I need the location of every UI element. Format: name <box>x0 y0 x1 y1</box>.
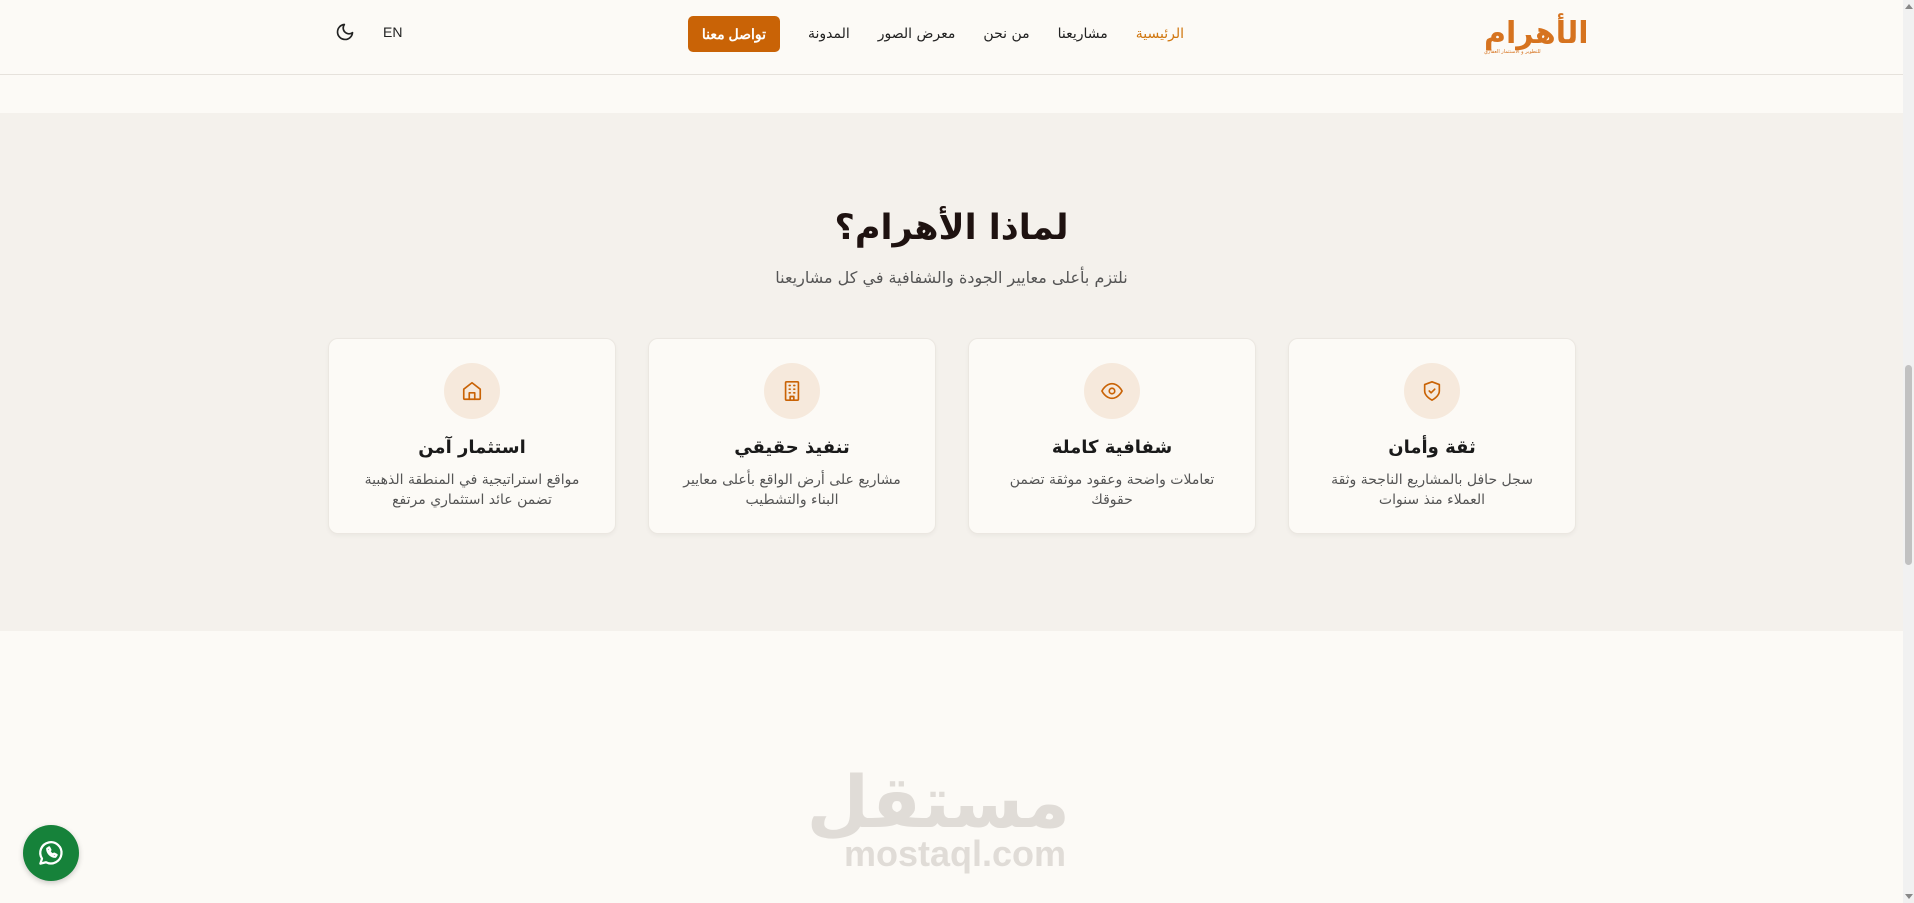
home-icon <box>444 363 500 419</box>
mostaql-watermark: مستقل mostaql.com <box>806 760 1070 874</box>
feature-card-trust: ثقة وأمان سجل حافل بالمشاريع الناجحة وثق… <box>1288 338 1576 534</box>
header-utils: EN <box>335 22 402 42</box>
logo[interactable]: الأهرام للتطوير و الاستثمار العقاري <box>1484 18 1591 56</box>
whatsapp-icon <box>39 841 63 865</box>
watermark-arabic: مستقل <box>806 760 1070 844</box>
site-header: الأهرام للتطوير و الاستثمار العقاري الرئ… <box>0 0 1903 75</box>
nav-item-home[interactable]: الرئيسية <box>1136 26 1184 42</box>
feature-title: شفافية كاملة <box>1051 437 1173 458</box>
feature-card-execution: تنفيذ حقيقي مشاريع على أرض الواقع بأعلى … <box>648 338 936 534</box>
feature-description: مشاريع على أرض الواقع بأعلى معايير البنا… <box>683 472 901 508</box>
scroll-down-arrow[interactable] <box>1905 894 1913 899</box>
feature-card-investment: استثمار آمن مواقع استراتيجية في المنطقة … <box>328 338 616 534</box>
feature-description: تعاملات واضحة وعقود موثقة تضمن حقوقك <box>1009 472 1215 508</box>
feature-description: سجل حافل بالمشاريع الناجحة وثقة العملاء … <box>1331 472 1533 508</box>
building-icon <box>764 363 820 419</box>
feature-title: ثقة وأمان <box>1388 437 1476 458</box>
main-nav: الرئيسية مشاريعنا من نحن معرض الصور المد… <box>687 16 1184 52</box>
nav-item-projects[interactable]: مشاريعنا <box>1058 26 1108 42</box>
watermark-english: mostaql.com <box>843 833 1067 874</box>
feature-description: مواقع استراتيجية في المنطقة الذهبية تضمن… <box>364 472 580 508</box>
nav-item-blog[interactable]: المدونة <box>808 26 850 42</box>
features-grid: ثقة وأمان سجل حافل بالمشاريع الناجحة وثق… <box>328 338 1576 534</box>
page: الأهرام للتطوير و الاستثمار العقاري الرئ… <box>0 0 1914 903</box>
nav-item-gallery[interactable]: معرض الصور <box>878 26 956 42</box>
section-title: لماذا الأهرام؟ <box>834 208 1069 248</box>
scrollbar-thumb[interactable] <box>1905 365 1912 565</box>
scroll-up-arrow[interactable] <box>1905 4 1913 9</box>
eye-icon <box>1084 363 1140 419</box>
feature-title: تنفيذ حقيقي <box>734 437 850 458</box>
shield-check-icon <box>1404 363 1460 419</box>
contact-button[interactable]: تواصل معنا <box>687 16 780 52</box>
feature-card-transparency: شفافية كاملة تعاملات واضحة وعقود موثقة ت… <box>968 338 1256 534</box>
moon-icon[interactable] <box>335 22 355 42</box>
why-section: لماذا الأهرام؟ نلتزم بأعلى معايير الجودة… <box>0 113 1903 631</box>
header-inner: الأهرام للتطوير و الاستثمار العقاري الرئ… <box>327 0 1591 74</box>
language-toggle[interactable]: EN <box>383 24 402 40</box>
section-subtitle: نلتزم بأعلى معايير الجودة والشفافية في ك… <box>775 268 1128 287</box>
feature-title: استثمار آمن <box>418 437 526 458</box>
page-scrollbar[interactable] <box>1903 0 1914 903</box>
logo-tagline: للتطوير و الاستثمار العقاري <box>1484 48 1541 55</box>
whatsapp-button[interactable] <box>23 825 79 881</box>
logo-mark: الأهرام <box>1484 15 1591 51</box>
nav-item-about[interactable]: من نحن <box>983 26 1029 42</box>
